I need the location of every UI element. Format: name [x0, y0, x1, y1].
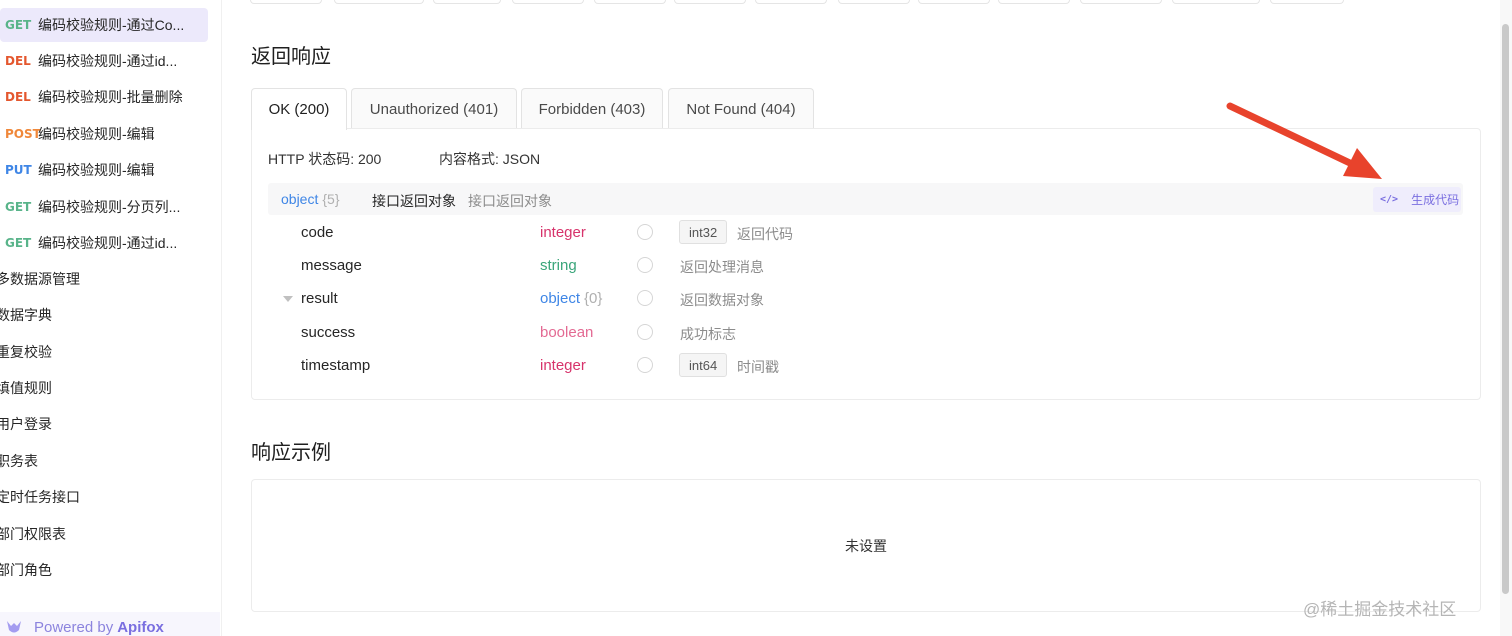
- top-tab[interactable]: [755, 0, 827, 4]
- api-item-label: 编码校验规则-分页列...: [38, 199, 181, 215]
- response-example-panel: 未设置: [251, 479, 1481, 612]
- powered-by-brand: Apifox: [117, 618, 164, 636]
- api-item-label: 编码校验规则-批量删除: [38, 89, 183, 105]
- content-type: 内容格式: JSON: [439, 151, 541, 167]
- top-tab[interactable]: [1080, 0, 1162, 4]
- result-field-count: {0}: [584, 290, 603, 307]
- watermark: @稀土掘金技术社区: [1303, 600, 1457, 619]
- method-badge-del: DEL: [5, 54, 31, 68]
- top-tab[interactable]: [334, 0, 424, 4]
- method-badge-get: GET: [5, 18, 32, 32]
- field-description-timestamp: 时间戳: [737, 359, 779, 375]
- sidebar-folder-item[interactable]: 部门权限表: [0, 517, 66, 551]
- field-name-timestamp: timestamp: [301, 357, 371, 374]
- sidebar-folder-item[interactable]: 填值规则: [0, 371, 52, 405]
- tab-forbidden-403[interactable]: Forbidden (403): [521, 88, 663, 129]
- api-item-label: 编码校验规则-编辑: [38, 162, 155, 178]
- sidebar-api-item[interactable]: GET 编码校验规则-分页列...: [0, 190, 208, 224]
- field-name-message: message: [301, 257, 362, 274]
- top-tab[interactable]: [433, 0, 501, 4]
- example-section-title: 响应示例: [251, 442, 331, 464]
- sidebar: GET 编码校验规则-通过Co... DEL 编码校验规则-通过id... DE…: [0, 0, 222, 636]
- sidebar-api-item[interactable]: GET 编码校验规则-通过id...: [0, 226, 208, 260]
- method-badge-get: GET: [5, 200, 32, 214]
- field-type-message: string: [540, 257, 577, 274]
- sidebar-folder-item[interactable]: 用户登录: [0, 407, 52, 441]
- code-icon: </>: [1380, 194, 1399, 205]
- response-panel: [251, 128, 1481, 400]
- tab-not-found-404[interactable]: Not Found (404): [668, 88, 814, 129]
- apifox-logo-icon: [7, 621, 21, 633]
- api-item-label: 编码校验规则-编辑: [38, 126, 155, 142]
- field-description-message: 返回处理消息: [680, 259, 764, 275]
- field-name-code: code: [301, 224, 334, 241]
- tab-unauthorized-401[interactable]: Unauthorized (401): [351, 88, 517, 129]
- api-item-label: 编码校验规则-通过id...: [38, 235, 178, 251]
- field-type-success: boolean: [540, 324, 594, 341]
- powered-by-apifox[interactable]: Powered by Apifox: [0, 612, 220, 636]
- top-tab[interactable]: [250, 0, 322, 4]
- schema-root-description: 接口返回对象: [468, 193, 552, 209]
- method-badge-del: DEL: [5, 90, 31, 104]
- top-tab[interactable]: [838, 0, 910, 4]
- required-indicator: [637, 224, 653, 240]
- format-badge: int64: [679, 353, 728, 377]
- field-description-success: 成功标志: [680, 326, 736, 342]
- sidebar-folder-item[interactable]: 多数据源管理: [0, 262, 80, 296]
- example-empty-text: 未设置: [845, 537, 887, 554]
- sidebar-folder-item[interactable]: 部门角色: [0, 553, 52, 587]
- scrollbar-thumb[interactable]: [1502, 24, 1509, 594]
- field-description-code: 返回代码: [737, 226, 793, 242]
- method-badge-post: POST: [5, 127, 41, 141]
- api-item-label: 编码校验规则-通过id...: [38, 53, 178, 69]
- sidebar-api-item[interactable]: DEL 编码校验规则-通过id...: [0, 44, 208, 78]
- tab-ok-200[interactable]: OK (200): [251, 88, 347, 130]
- required-indicator: [637, 257, 653, 273]
- method-badge-put: PUT: [5, 163, 32, 177]
- required-indicator: [637, 357, 653, 373]
- root-type-label: object: [281, 191, 319, 207]
- top-tab[interactable]: [1270, 0, 1344, 4]
- top-tab[interactable]: [512, 0, 584, 4]
- powered-by-label: Powered by: [34, 618, 114, 636]
- sidebar-folder-item[interactable]: 重复校验: [0, 335, 52, 369]
- field-name-success: success: [301, 324, 356, 341]
- sidebar-folder-item[interactable]: 职务表: [0, 444, 38, 478]
- schema-root-title: 接口返回对象: [372, 193, 456, 209]
- required-indicator: [637, 290, 653, 306]
- sidebar-folder-item[interactable]: 定时任务接口: [0, 480, 80, 514]
- top-tab[interactable]: [594, 0, 666, 4]
- api-item-label: 编码校验规则-通过Co...: [38, 17, 185, 33]
- result-type-label: object: [540, 290, 581, 307]
- top-tab[interactable]: [918, 0, 990, 4]
- schema-root-type: object {5}: [281, 191, 340, 207]
- required-indicator: [637, 324, 653, 340]
- generate-code-label: 生成代码: [1411, 193, 1460, 207]
- sidebar-api-item[interactable]: PUT 编码校验规则-编辑: [0, 153, 208, 187]
- http-status-code: HTTP 状态码: 200: [268, 151, 382, 167]
- sidebar-api-item[interactable]: GET 编码校验规则-通过Co...: [0, 8, 208, 42]
- top-tab[interactable]: [998, 0, 1070, 4]
- generate-code-button[interactable]: </> 生成代码: [1373, 187, 1461, 212]
- field-type-timestamp: integer: [540, 357, 586, 374]
- expand-caret-icon[interactable]: [283, 296, 293, 302]
- method-badge-get: GET: [5, 236, 32, 250]
- field-name-result: result: [301, 290, 338, 307]
- root-field-count: {5}: [322, 191, 340, 207]
- sidebar-api-item[interactable]: POST 编码校验规则-编辑: [0, 117, 208, 151]
- format-badge: int32: [679, 220, 728, 244]
- response-section-title: 返回响应: [251, 46, 331, 68]
- field-description-result: 返回数据对象: [680, 292, 764, 308]
- sidebar-folder-item[interactable]: 数据字典: [0, 298, 52, 332]
- sidebar-api-item[interactable]: DEL 编码校验规则-批量删除: [0, 80, 208, 114]
- field-type-code: integer: [540, 224, 586, 241]
- top-tab[interactable]: [1172, 0, 1260, 4]
- top-tab[interactable]: [674, 0, 746, 4]
- field-type-result: object {0}: [540, 290, 602, 307]
